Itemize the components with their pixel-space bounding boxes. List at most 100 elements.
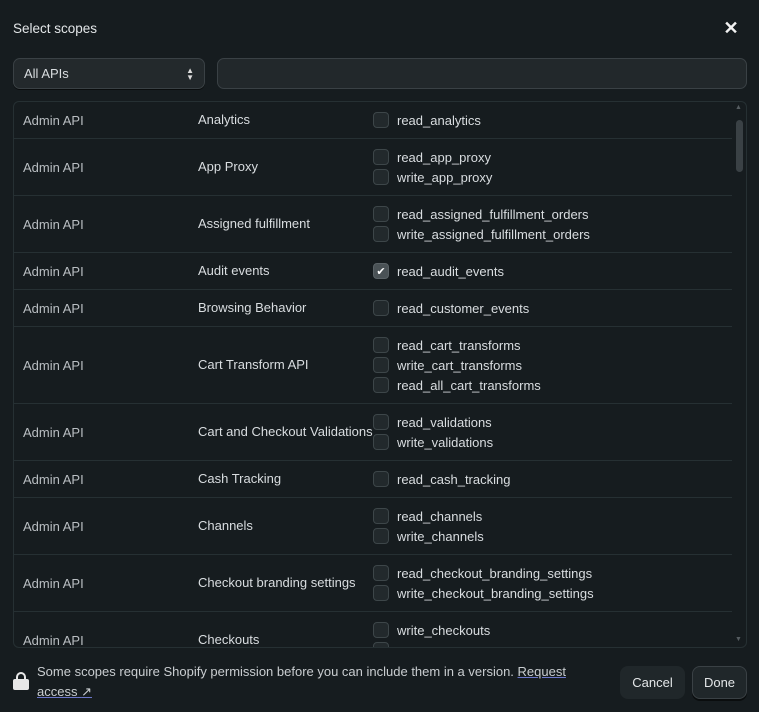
dialog-title: Select scopes (13, 21, 98, 36)
scope-item: write_channels (373, 526, 732, 546)
scope-label: write_assigned_fulfillment_orders (397, 226, 590, 242)
scope-checkbox[interactable] (373, 357, 389, 373)
scope-checkbox[interactable] (373, 642, 389, 647)
close-icon[interactable]: ✕ (722, 19, 740, 37)
scope-item: read_cart_transforms (373, 335, 732, 355)
scope-checkbox[interactable] (373, 414, 389, 430)
api-type: Admin API (23, 216, 84, 232)
cancel-button[interactable]: Cancel (620, 666, 685, 699)
scope-label: read_audit_events (397, 263, 504, 279)
done-button[interactable]: Done (692, 666, 747, 699)
scope-checkbox[interactable] (373, 622, 389, 638)
api-type: Admin API (23, 575, 84, 591)
scope-group-name: Browsing Behavior (198, 300, 307, 315)
table-row: Admin API Cash Tracking read_cash_tracking (14, 461, 732, 498)
scope-item: read_analytics (373, 110, 732, 130)
scope-group-name: Assigned fulfillment (198, 216, 310, 231)
scope-label: read_app_proxy (397, 149, 491, 165)
table-row: Admin API Cart Transform API read_cart_tra… (14, 327, 732, 404)
scope-checkbox[interactable] (373, 169, 389, 185)
scope-label: read_validations (397, 414, 492, 430)
scope-item: read_app_proxy (373, 147, 732, 167)
permission-notice: Some scopes require Shopify permission b… (13, 662, 613, 702)
table-row: Admin API Audit events ✔ read_audit_events (14, 253, 732, 290)
scope-label: read_analytics (397, 112, 481, 128)
scope-label: write_channels (397, 528, 484, 544)
api-filter-select[interactable]: All APIs ▲ ▼ (13, 58, 205, 89)
scope-item: read_checkout_branding_settings (373, 563, 732, 583)
scope-checkbox[interactable] (373, 300, 389, 316)
scope-label: write_cart_transforms (397, 357, 522, 373)
scope-checkbox[interactable]: ✔ (373, 263, 389, 279)
scope-checkbox[interactable] (373, 434, 389, 450)
scope-group-name: Cash Tracking (198, 471, 282, 486)
scope-group-name: Cart Transform API (198, 357, 309, 372)
external-link-icon: ↗ (81, 684, 92, 699)
scope-checkbox[interactable] (373, 528, 389, 544)
scope-item: read_channels (373, 506, 732, 526)
scope-group-name: Checkouts (198, 632, 260, 647)
scope-item: read_assigned_fulfillment_orders (373, 204, 732, 224)
table-row: Admin API Cart and Checkout Validations re… (14, 404, 732, 461)
scope-checkbox[interactable] (373, 508, 389, 524)
api-type: Admin API (23, 159, 84, 175)
scope-item: read_validations (373, 412, 732, 432)
table-row: Admin API Browsing Behavior read_customer_… (14, 290, 732, 327)
api-type: Admin API (23, 300, 84, 316)
table-row: Admin API App Proxy read_app_proxy write_ap… (14, 139, 732, 196)
scope-checkbox[interactable] (373, 112, 389, 128)
scopes-rows: Admin API Analytics read_analytics Admin AP… (14, 102, 732, 648)
scroll-down-icon[interactable]: ▼ (735, 636, 742, 643)
scope-label: write_app_proxy (397, 169, 493, 185)
scope-checkbox[interactable] (373, 585, 389, 601)
scope-item: write_checkout_branding_settings (373, 583, 732, 603)
search-input[interactable] (217, 58, 747, 89)
scope-item: write_cart_transforms (373, 355, 732, 375)
api-type: Admin API (23, 112, 84, 128)
scope-label: read_all_cart_transforms (397, 377, 541, 393)
scroll-up-icon[interactable]: ▲ (735, 104, 742, 111)
scope-item: read_customer_events (373, 298, 732, 318)
scope-group-name: App Proxy (198, 159, 258, 174)
scope-item: ✔ read_audit_events (373, 261, 732, 281)
table-row: Admin API Analytics read_analytics (14, 102, 732, 139)
api-type: Admin API (23, 518, 84, 534)
scope-checkbox[interactable] (373, 149, 389, 165)
table-row: Admin API Checkouts write_checkouts (14, 612, 732, 648)
lock-icon (13, 672, 29, 690)
scope-item: read_cash_tracking (373, 469, 732, 489)
scrollbar-thumb[interactable] (736, 120, 743, 172)
scope-checkbox[interactable] (373, 206, 389, 222)
api-type: Admin API (23, 424, 84, 440)
table-row: Admin API Checkout branding settings read_… (14, 555, 732, 612)
api-type: Admin API (23, 357, 84, 373)
scope-item: write_validations (373, 432, 732, 452)
scope-item: write_assigned_fulfillment_orders (373, 224, 732, 244)
scope-item: write_checkouts (373, 620, 732, 640)
scope-checkbox[interactable] (373, 471, 389, 487)
scope-label: read_channels (397, 508, 483, 524)
api-type: Admin API (23, 471, 84, 487)
scrollbar[interactable]: ▲ ▼ (731, 102, 746, 647)
scope-group-name: Checkout branding settings (198, 575, 356, 590)
scope-group-name: Cart and Checkout Validations (198, 424, 373, 439)
scope-checkbox[interactable] (373, 337, 389, 353)
scope-label: read_cart_transforms (397, 337, 521, 353)
scope-label: read_cash_tracking (397, 471, 511, 487)
api-type: Admin API (23, 632, 84, 648)
scope-item: write_app_proxy (373, 167, 732, 187)
scope-checkbox[interactable] (373, 226, 389, 242)
scope-group-name: Audit events (198, 263, 270, 278)
scope-checkbox[interactable] (373, 377, 389, 393)
notice-text: Some scopes require Shopify permission b… (37, 664, 518, 679)
table-row: Admin API Assigned fulfillment read_assign… (14, 196, 732, 253)
table-row: Admin API Channels read_channels write_chan… (14, 498, 732, 555)
scope-group-name: Channels (198, 518, 253, 533)
scope-label: read_customer_events (397, 300, 530, 316)
api-type: Admin API (23, 263, 84, 279)
scope-label: read_checkout_branding_settings (397, 565, 593, 581)
api-filter-value: All APIs (24, 66, 69, 81)
scope-checkbox[interactable] (373, 565, 389, 581)
scope-label: read_assigned_fulfillment_orders (397, 206, 589, 222)
scope-label: write_validations (397, 434, 494, 450)
